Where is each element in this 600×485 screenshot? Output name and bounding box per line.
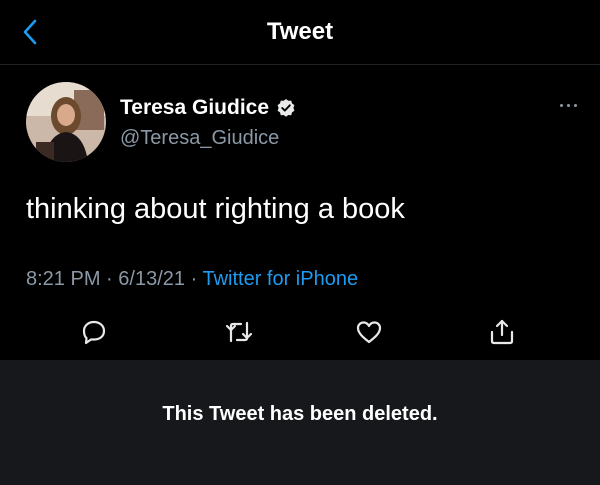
avatar[interactable] <box>26 82 106 162</box>
tweet-meta: 8:21 PM · 6/13/21 · Twitter for iPhone <box>26 268 358 291</box>
share-icon <box>490 319 514 345</box>
tweet-source-link[interactable]: Twitter for iPhone <box>202 268 358 290</box>
meta-separator: · <box>106 268 113 290</box>
reply-icon <box>82 320 106 345</box>
retweet-button[interactable] <box>221 314 257 350</box>
tweet-date: 6/13/21 <box>118 268 186 290</box>
profile-photo <box>26 82 106 162</box>
reply-button[interactable] <box>76 314 112 350</box>
share-button[interactable] <box>484 314 520 350</box>
verified-badge-icon <box>276 98 296 118</box>
tweet-text: thinking about righting a book <box>26 193 405 225</box>
page-title: Tweet <box>266 18 334 45</box>
top-bar: Tweet <box>0 0 600 65</box>
more-options-icon[interactable] <box>560 98 590 112</box>
like-button[interactable] <box>351 314 387 350</box>
deleted-notice: This Tweet has been deleted. <box>162 403 438 425</box>
retweet-icon <box>225 321 253 343</box>
author-name: Teresa Giudice <box>120 96 270 119</box>
like-icon <box>356 321 382 344</box>
meta-separator: · <box>190 268 198 290</box>
tweet-time: 8:21 PM <box>26 268 101 290</box>
author-name-row[interactable]: Teresa Giudice <box>120 96 296 120</box>
author-handle[interactable]: @Teresa_Giudice <box>120 127 279 150</box>
